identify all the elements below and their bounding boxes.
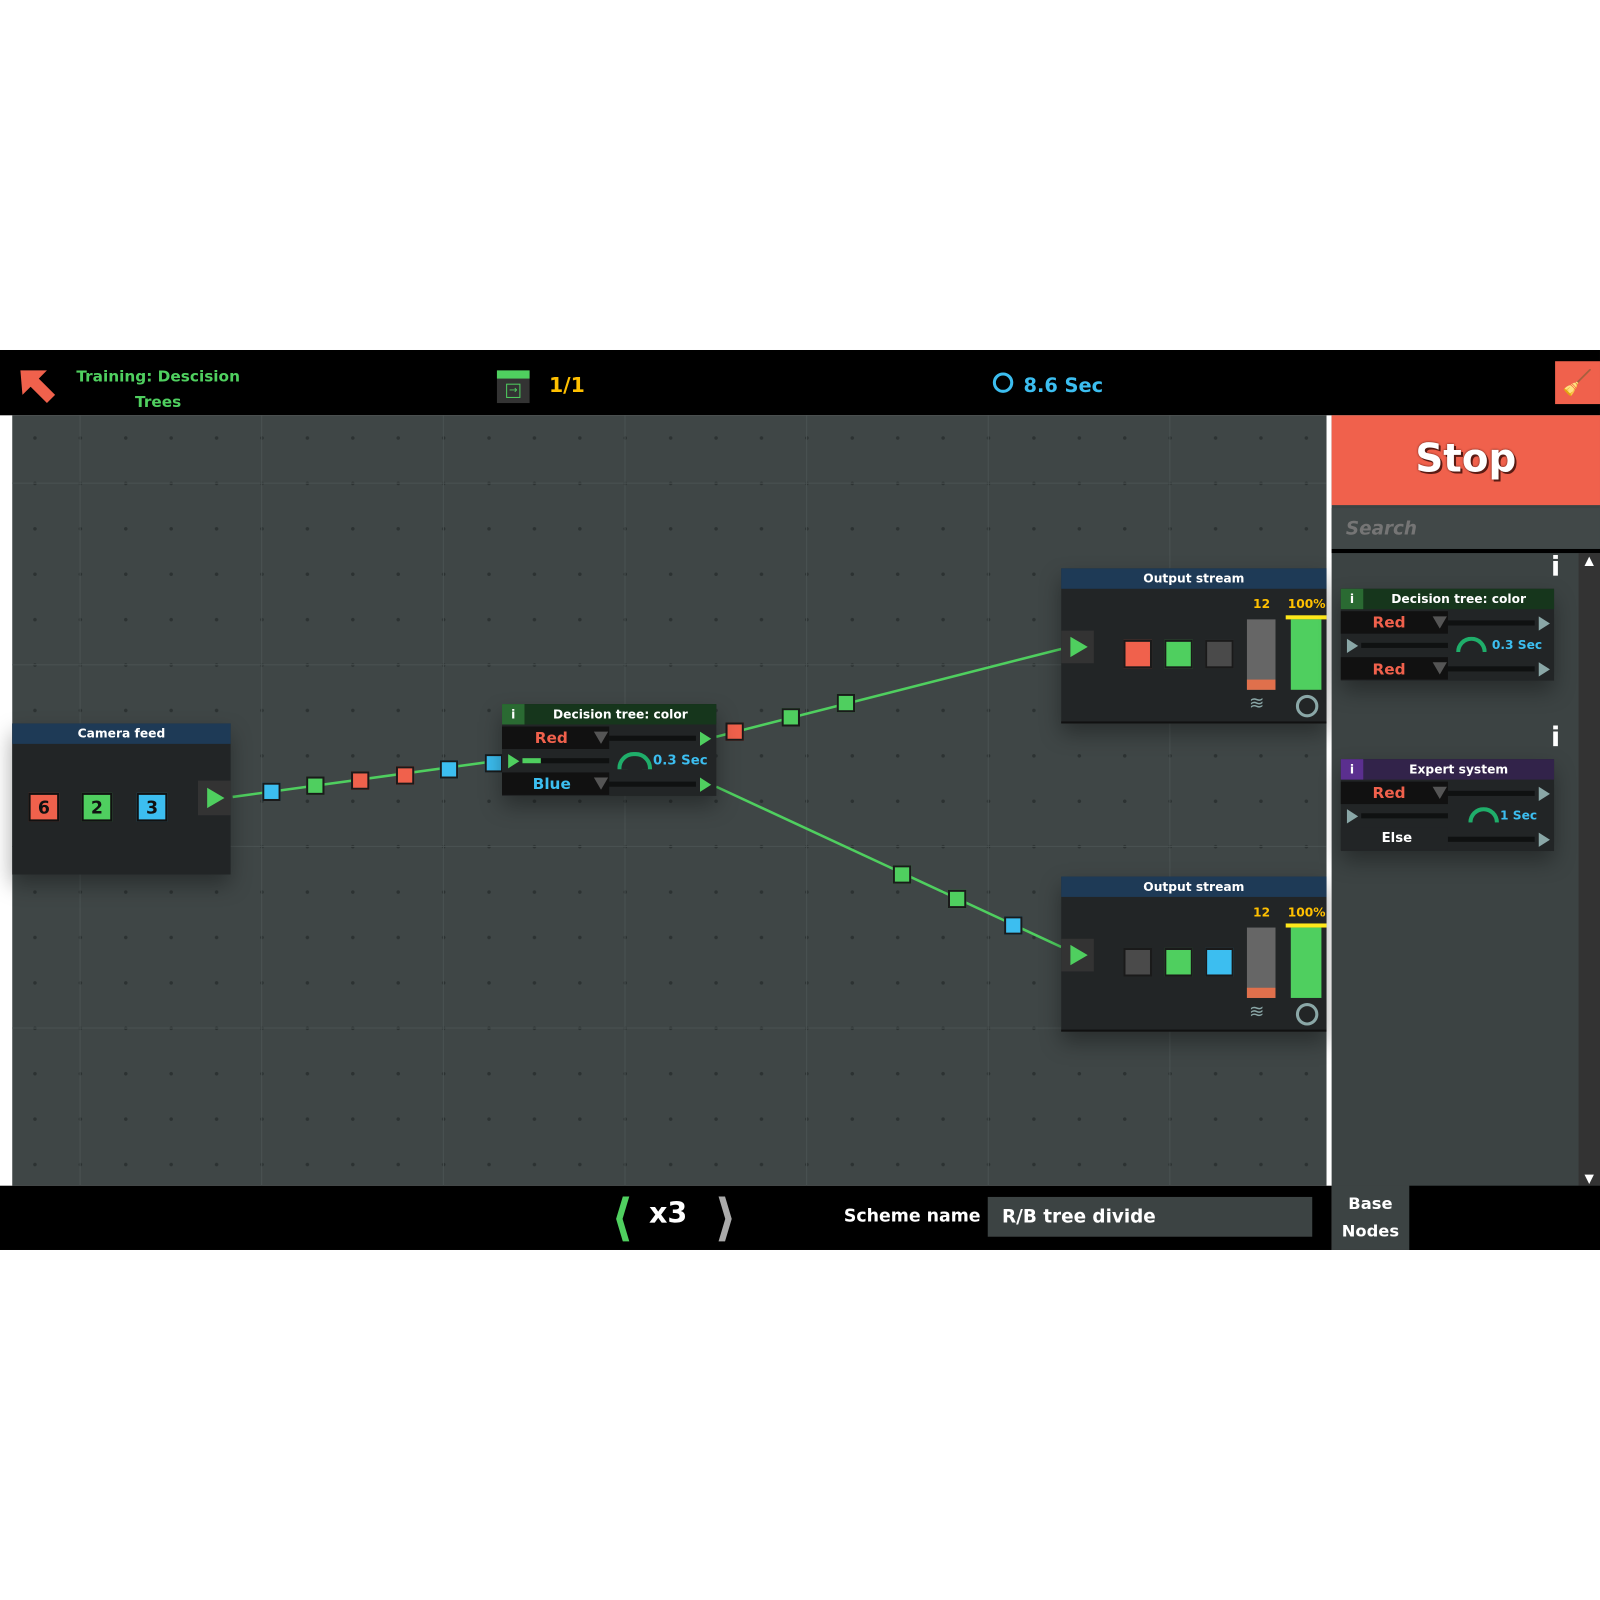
node-title: Output stream	[1061, 876, 1327, 897]
expected-slot-green	[1164, 639, 1193, 669]
buffer-bar	[1246, 619, 1276, 690]
target-icon	[1295, 694, 1319, 718]
input-port-icon[interactable]	[1070, 636, 1088, 658]
scheme-name-input[interactable]: R/B tree divide	[987, 1196, 1313, 1237]
scrollbar[interactable]: ▲ ▼	[1578, 553, 1600, 1186]
accuracy-percent: 100%	[1287, 596, 1326, 612]
speed-label: 0.3 Sec	[653, 753, 708, 769]
input-port-icon[interactable]	[1070, 944, 1088, 966]
category-line1: Base	[1348, 1193, 1393, 1214]
data-packet	[1004, 916, 1023, 935]
expected-slot-red	[1123, 639, 1153, 669]
node-title: Decision tree: color	[1340, 588, 1555, 610]
accuracy-bar	[1290, 619, 1322, 690]
search-input[interactable]	[1331, 508, 1600, 549]
option-dropdown-2[interactable]: Blue	[502, 772, 610, 795]
option-dropdown-1[interactable]: Red	[502, 726, 610, 749]
node-title: Expert system	[1340, 759, 1555, 780]
category-line2: Nodes	[1341, 1221, 1400, 1241]
expected-slot-gray	[1205, 639, 1234, 669]
speed-gauge-icon	[617, 752, 653, 770]
data-packet	[306, 776, 325, 795]
node-title: Output stream	[1061, 568, 1327, 589]
info-icon[interactable]: i	[1551, 722, 1560, 753]
expected-slot-gray	[1123, 947, 1153, 977]
green-count: 2	[81, 792, 113, 822]
red-count: 6	[28, 792, 60, 822]
data-packet	[484, 754, 504, 773]
layers-icon: ≋	[1248, 1001, 1265, 1023]
data-packet	[836, 693, 856, 713]
speed-multiplier: x3	[648, 1195, 688, 1230]
info-button[interactable]: i	[502, 704, 525, 725]
output-port-icon[interactable]	[207, 787, 225, 809]
input-port-icon[interactable]	[508, 754, 520, 769]
output-port-red-icon[interactable]	[699, 731, 712, 746]
node-title: Camera feed	[12, 723, 231, 744]
sidebar: Stop ▲ ▼ i Decision tree: color i Red Re…	[1331, 415, 1600, 1250]
bottom-bar: ❰ x3 ❱ Scheme name : R/B tree divide	[0, 1185, 1332, 1250]
scheme-name-label: Scheme name :	[843, 1206, 994, 1227]
stop-button[interactable]: Stop	[1331, 415, 1600, 506]
accuracy-percent: 100%	[1287, 905, 1326, 920]
output-port-blue-icon[interactable]	[699, 777, 712, 792]
info-button[interactable]: i	[1340, 759, 1364, 780]
buffer-bar	[1246, 927, 1276, 998]
node-title: Decision tree: color	[502, 704, 717, 725]
output-stream-node[interactable]: Output stream 12 100% ≋	[1061, 568, 1327, 724]
blue-count: 3	[136, 792, 168, 822]
info-button[interactable]: i	[1340, 588, 1364, 610]
output-stream-node[interactable]: Output stream 12 100% ≋	[1061, 876, 1327, 1032]
item-count: 12	[1253, 905, 1271, 920]
data-packet	[439, 760, 459, 779]
info-icon[interactable]: i	[1551, 552, 1560, 583]
data-packet	[781, 708, 800, 727]
palette-node[interactable]: i Decision tree: color i Red Red 0.3 Sec	[1340, 552, 1560, 681]
item-count: 12	[1253, 596, 1271, 612]
data-packet	[892, 865, 912, 884]
target-icon	[1295, 1003, 1319, 1026]
accuracy-bar	[1290, 927, 1322, 998]
speed-gauge-icon	[1456, 636, 1487, 653]
palette-node[interactable]: i Expert system i Red Else 1 Sec	[1340, 722, 1560, 852]
category-base-nodes[interactable]: Base Nodes	[1331, 1185, 1410, 1250]
speed-gauge-icon	[1468, 807, 1499, 823]
data-packet	[395, 766, 415, 785]
layers-icon: ≋	[1248, 692, 1265, 715]
expected-slot-blue	[1205, 947, 1234, 977]
speed-up-button[interactable]: ❱	[714, 1190, 737, 1242]
camera-feed-node[interactable]: Camera feed 6 2 3	[12, 723, 231, 875]
speed-down-button[interactable]: ❰	[612, 1190, 635, 1242]
data-packet	[351, 771, 370, 790]
decision-tree-node[interactable]: Decision tree: color i Red Blue 0.3 Sec	[502, 704, 717, 796]
expected-slot-green	[1164, 947, 1193, 977]
data-packet	[947, 889, 967, 909]
data-packet	[725, 722, 744, 741]
data-packet	[262, 782, 281, 802]
